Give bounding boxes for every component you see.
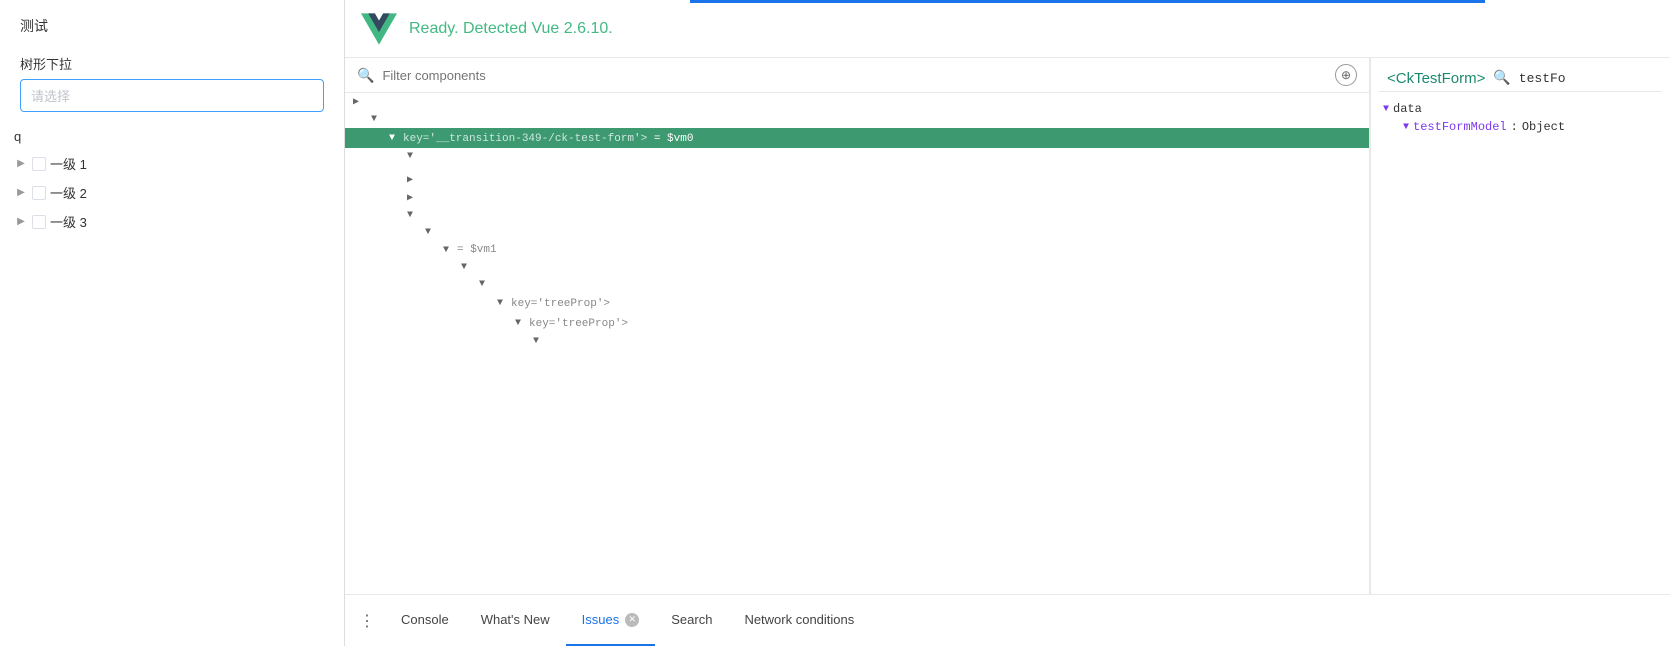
comp-arrow-icon: ▼: [407, 210, 421, 221]
data-search-text: testFo: [1519, 71, 1566, 86]
comp-row[interactable]: ▼ = $vm1: [345, 241, 1369, 259]
comp-row[interactable]: ▶: [345, 93, 1369, 111]
tree-checkbox[interactable]: [32, 215, 46, 229]
search-input-small: q: [14, 129, 21, 144]
comp-name: key='__transition-349-/ck-test-form'> = …: [403, 131, 693, 145]
tab-label: Issues: [582, 612, 620, 627]
comp-row[interactable]: ▼: [345, 276, 1369, 293]
comp-attr: key='__transition-349-/ck-test-form'>: [403, 133, 647, 145]
comp-name: key='treeProp'>: [529, 316, 628, 330]
tree-toggle-icon[interactable]: ▶: [14, 157, 28, 171]
comp-vm: = $vm1: [457, 244, 497, 256]
comp-row[interactable]: ▼ key='__transition-349-/ck-test-form'> …: [345, 128, 1369, 148]
list-item[interactable]: q: [10, 124, 334, 149]
data-panel: <CkTestForm> 🔍 testFo ▼ data ▼ testFormM…: [1370, 58, 1670, 594]
comp-arrow-icon: ▼: [497, 298, 511, 309]
tab-label: What's New: [481, 612, 550, 627]
tree-toggle-icon[interactable]: ▶: [14, 186, 28, 200]
comp-arrow-icon: ▼: [533, 336, 547, 347]
tab-label: Console: [401, 612, 449, 627]
comp-row[interactable]: ▼: [345, 148, 1369, 165]
comp-row[interactable]: ▼: [345, 207, 1369, 224]
comp-row[interactable]: ▼ key='treeProp'>: [345, 293, 1369, 313]
colon: :: [1511, 120, 1518, 134]
component-tree: 🔍 ⊕ ▶ ▼ ▼ key='__transition-349-/ck-test…: [345, 58, 1370, 594]
devtools-header: Ready. Detected Vue 2.6.10.: [345, 0, 1670, 58]
section-title: 树形下拉: [0, 44, 344, 79]
comp-attr: key='treeProp'>: [529, 318, 628, 330]
comp-arrow-icon: ▶: [353, 96, 367, 108]
comp-arrow-icon: ▼: [407, 151, 421, 162]
tree-item-label: 一级 2: [50, 183, 87, 202]
left-panel: 测试 树形下拉 请选择 q ▶ 一级 1 ▶ 一级 2 ▶ 一级 3: [0, 0, 345, 646]
list-item[interactable]: ▶ 一级 3: [10, 207, 334, 236]
search-icon: 🔍: [357, 67, 374, 84]
comp-row[interactable]: ▶: [345, 189, 1369, 207]
tab-what's-new[interactable]: What's New: [465, 595, 566, 646]
tree-item-label: 一级 3: [50, 212, 87, 231]
tab-search[interactable]: Search: [655, 595, 728, 646]
data-search-icon[interactable]: 🔍: [1493, 70, 1510, 87]
devtools-panel: Ready. Detected Vue 2.6.10. 🔍 ⊕ ▶ ▼ ▼ ke…: [345, 0, 1670, 646]
tab-console[interactable]: Console: [385, 595, 465, 646]
tree-item-label: 一级 1: [50, 154, 87, 173]
tree-select[interactable]: 请选择: [20, 79, 324, 112]
tab-issues[interactable]: Issues ✕: [566, 595, 656, 646]
more-tabs-button[interactable]: ⋮: [353, 607, 381, 635]
expand-arrow-icon: ▼: [1403, 122, 1409, 133]
list-item[interactable]: ▶ 一级 1: [10, 149, 334, 178]
left-title: 测试: [0, 0, 344, 44]
crosshair-button[interactable]: ⊕: [1335, 64, 1357, 86]
data-sub-value: Object: [1522, 120, 1565, 134]
comp-arrow-icon: ▼: [461, 262, 475, 273]
comp-row[interactable]: ▼: [345, 333, 1369, 350]
data-sub-key: testFormModel: [1413, 120, 1507, 134]
filter-bar: 🔍 ⊕: [345, 58, 1369, 93]
comp-arrow-icon: ▶: [407, 174, 421, 186]
comp-name: key='treeProp'>: [511, 296, 610, 310]
tree-toggle-icon[interactable]: ▶: [14, 215, 28, 229]
filter-input[interactable]: [382, 68, 1327, 83]
comp-arrow-icon: ▼: [389, 133, 403, 144]
data-sub-items: ▼ testFormModel : Object: [1379, 118, 1662, 136]
comp-arrow-icon: ▼: [425, 227, 439, 238]
comp-arrow-icon: ▼: [479, 279, 493, 290]
tab-network-conditions[interactable]: Network conditions: [728, 595, 870, 646]
component-list[interactable]: ▶ ▼ ▼ key='__transition-349-/ck-test-for…: [345, 93, 1369, 594]
comp-arrow-icon: ▼: [371, 114, 385, 125]
data-entry-data[interactable]: ▼ data: [1379, 100, 1662, 118]
tab-close-icon[interactable]: ✕: [625, 613, 639, 627]
vue-logo-icon: [361, 11, 397, 47]
comp-arrow-icon: ▼: [443, 245, 457, 256]
vue-ready-message: Ready. Detected Vue 2.6.10.: [409, 20, 613, 38]
comp-vm: = $vm0: [647, 133, 693, 145]
comp-attr: key='treeProp'>: [511, 298, 610, 310]
data-panel-title: <CkTestForm>: [1387, 70, 1485, 87]
comp-row[interactable]: ▼: [345, 224, 1369, 241]
comp-row[interactable]: ▼: [345, 111, 1369, 128]
comp-arrow-icon: ▼: [515, 318, 529, 329]
comp-row[interactable]: ▼: [345, 259, 1369, 276]
data-sub-entry[interactable]: ▼ testFormModel : Object: [1379, 118, 1662, 136]
tab-label: Network conditions: [744, 612, 854, 627]
comp-arrow-icon: ▶: [407, 192, 421, 204]
devtools-body: 🔍 ⊕ ▶ ▼ ▼ key='__transition-349-/ck-test…: [345, 58, 1670, 594]
expand-arrow-icon: ▼: [1383, 104, 1389, 115]
comp-row[interactable]: ▼ key='treeProp'>: [345, 313, 1369, 333]
list-item[interactable]: ▶ 一级 2: [10, 178, 334, 207]
tree-container: q ▶ 一级 1 ▶ 一级 2 ▶ 一级 3: [0, 124, 344, 646]
comp-row[interactable]: ▶: [345, 171, 1369, 189]
tabs-container: Console What's New Issues ✕ Search Network co…: [385, 595, 870, 646]
tab-label: Search: [671, 612, 712, 627]
bottom-tabs: ⋮ Console What's New Issues ✕ Search Network …: [345, 594, 1670, 646]
tree-checkbox[interactable]: [32, 157, 46, 171]
data-panel-header: <CkTestForm> 🔍 testFo: [1379, 66, 1662, 92]
loading-bar: [690, 0, 1485, 3]
data-key-data: data: [1393, 102, 1422, 116]
tree-checkbox[interactable]: [32, 186, 46, 200]
